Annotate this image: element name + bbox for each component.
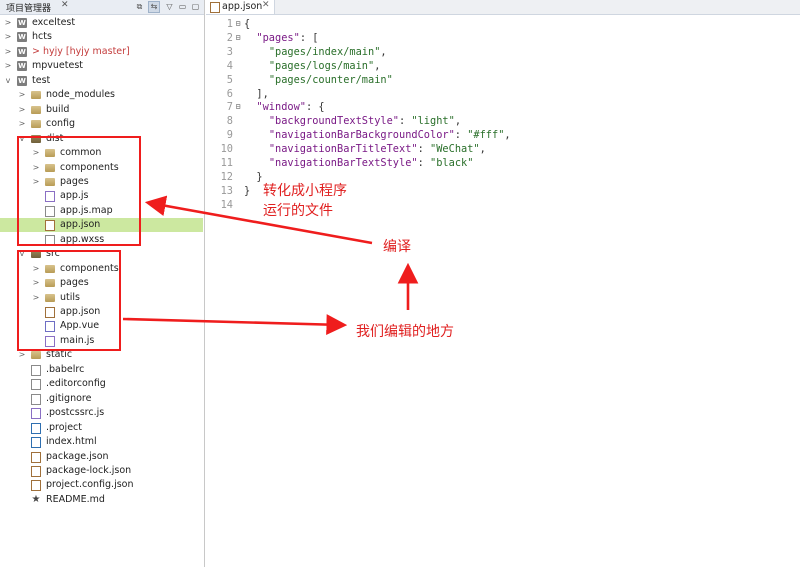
arrow-to-dist [144, 195, 373, 245]
dist-note-line1: 转化成小程序 [263, 183, 347, 199]
annotation-arrows [122, 195, 419, 335]
compile-note: 编译 [383, 239, 411, 255]
dist-note-line2: 运行的文件 [263, 203, 333, 219]
src-note: 我们编辑的地方 [356, 324, 454, 340]
arrow-to-src-note [122, 314, 348, 335]
